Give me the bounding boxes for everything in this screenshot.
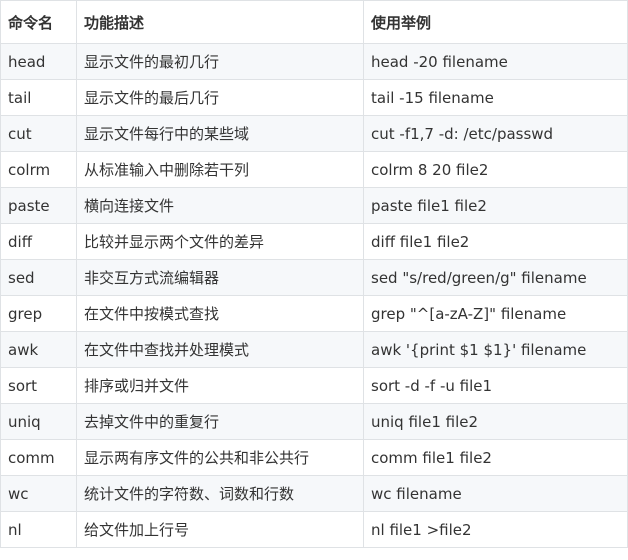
cell-example: uniq file1 file2 xyxy=(363,403,628,440)
cell-description: 显示文件的最初几行 xyxy=(76,43,364,80)
cell-description: 去掉文件中的重复行 xyxy=(76,403,364,440)
cell-command: uniq xyxy=(0,403,77,440)
cell-example: grep "^[a-zA-Z]" filename xyxy=(363,295,628,332)
cell-command: head xyxy=(0,43,77,80)
cell-description: 显示两有序文件的公共和非公共行 xyxy=(76,439,364,476)
cell-command: cut xyxy=(0,115,77,152)
cell-command: paste xyxy=(0,187,77,224)
cell-description: 排序或归并文件 xyxy=(76,367,364,404)
cell-example: sed "s/red/green/g" filename xyxy=(363,259,628,296)
cell-description: 在文件中按模式查找 xyxy=(76,295,364,332)
table-row: awk 在文件中查找并处理模式 awk '{print $1 $1}' file… xyxy=(0,331,628,368)
table-row: sort 排序或归并文件 sort -d -f -u file1 xyxy=(0,367,628,404)
cell-example: colrm 8 20 file2 xyxy=(363,151,628,188)
cell-description: 显示文件每行中的某些域 xyxy=(76,115,364,152)
cell-command: nl xyxy=(0,511,77,548)
cell-command: grep xyxy=(0,295,77,332)
cell-example: awk '{print $1 $1}' filename xyxy=(363,331,628,368)
cell-command: awk xyxy=(0,331,77,368)
table-body: head 显示文件的最初几行 head -20 filename tail 显示… xyxy=(0,43,628,548)
cell-example: cut -f1,7 -d: /etc/passwd xyxy=(363,115,628,152)
cell-description: 给文件加上行号 xyxy=(76,511,364,548)
cell-command: diff xyxy=(0,223,77,260)
cell-command: sort xyxy=(0,367,77,404)
cell-example: paste file1 file2 xyxy=(363,187,628,224)
table-row: colrm 从标准输入中删除若干列 colrm 8 20 file2 xyxy=(0,151,628,188)
cell-example: tail -15 filename xyxy=(363,79,628,116)
table-row: head 显示文件的最初几行 head -20 filename xyxy=(0,43,628,80)
header-example: 使用举例 xyxy=(363,0,628,44)
cell-example: comm file1 file2 xyxy=(363,439,628,476)
table-row: diff 比较并显示两个文件的差异 diff file1 file2 xyxy=(0,223,628,260)
header-row: 命令名 功能描述 使用举例 xyxy=(0,0,628,44)
cell-command: sed xyxy=(0,259,77,296)
cell-example: wc filename xyxy=(363,475,628,512)
table-row: sed 非交互方式流编辑器 sed "s/red/green/g" filena… xyxy=(0,259,628,296)
cell-example: head -20 filename xyxy=(363,43,628,80)
cell-command: comm xyxy=(0,439,77,476)
table-row: cut 显示文件每行中的某些域 cut -f1,7 -d: /etc/passw… xyxy=(0,115,628,152)
cell-command: wc xyxy=(0,475,77,512)
table-row: paste 横向连接文件 paste file1 file2 xyxy=(0,187,628,224)
table-row: uniq 去掉文件中的重复行 uniq file1 file2 xyxy=(0,403,628,440)
command-table: 命令名 功能描述 使用举例 head 显示文件的最初几行 head -20 fi… xyxy=(0,0,628,548)
table-row: nl 给文件加上行号 nl file1 >file2 xyxy=(0,511,628,548)
cell-description: 从标准输入中删除若干列 xyxy=(76,151,364,188)
cell-example: sort -d -f -u file1 xyxy=(363,367,628,404)
cell-description: 在文件中查找并处理模式 xyxy=(76,331,364,368)
cell-description: 比较并显示两个文件的差异 xyxy=(76,223,364,260)
cell-command: colrm xyxy=(0,151,77,188)
cell-description: 非交互方式流编辑器 xyxy=(76,259,364,296)
cell-command: tail xyxy=(0,79,77,116)
table-row: grep 在文件中按模式查找 grep "^[a-zA-Z]" filename xyxy=(0,295,628,332)
cell-example: nl file1 >file2 xyxy=(363,511,628,548)
table-row: wc 统计文件的字符数、词数和行数 wc filename xyxy=(0,475,628,512)
cell-description: 横向连接文件 xyxy=(76,187,364,224)
cell-description: 显示文件的最后几行 xyxy=(76,79,364,116)
table-row: comm 显示两有序文件的公共和非公共行 comm file1 file2 xyxy=(0,439,628,476)
header-command-name: 命令名 xyxy=(0,0,77,44)
header-description: 功能描述 xyxy=(76,0,364,44)
table-header: 命令名 功能描述 使用举例 xyxy=(0,0,628,44)
table-row: tail 显示文件的最后几行 tail -15 filename xyxy=(0,79,628,116)
cell-example: diff file1 file2 xyxy=(363,223,628,260)
cell-description: 统计文件的字符数、词数和行数 xyxy=(76,475,364,512)
